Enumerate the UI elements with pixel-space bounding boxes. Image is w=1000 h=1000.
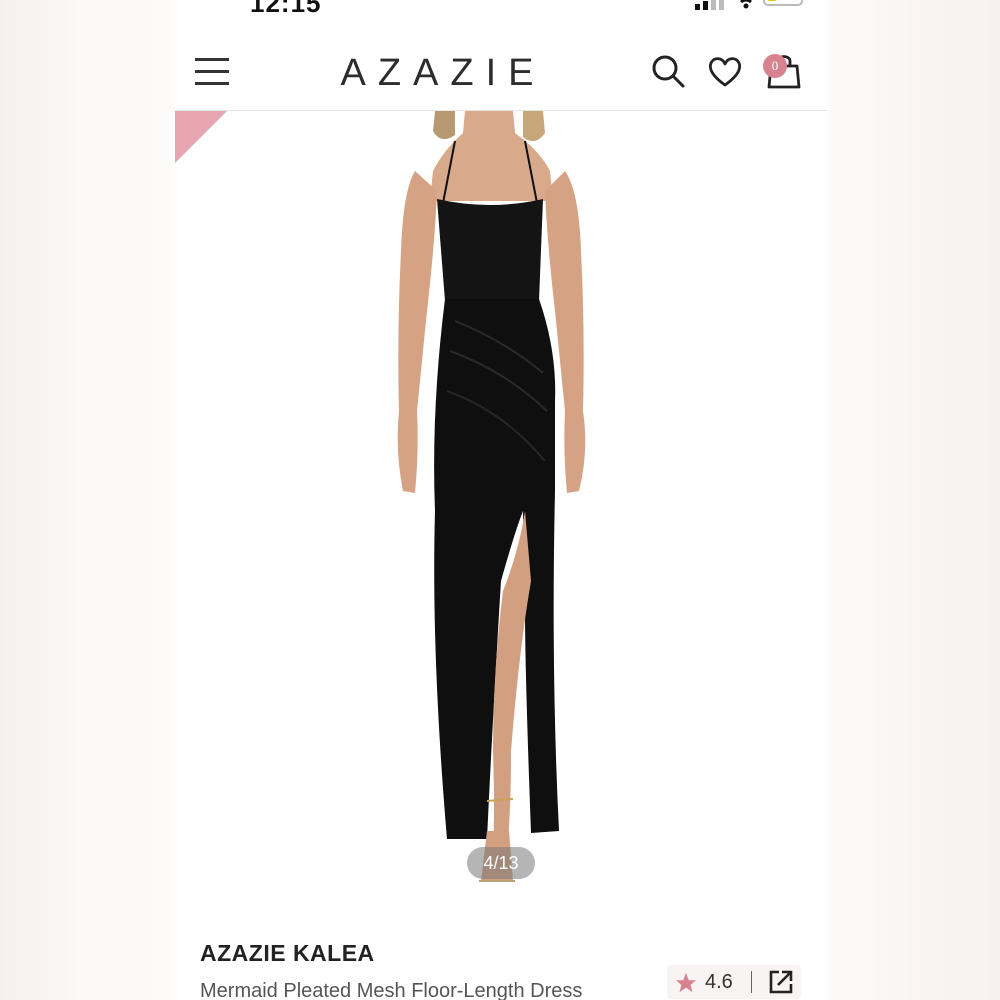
cart-count-badge[interactable]: 0 bbox=[763, 54, 787, 78]
corner-tag bbox=[175, 111, 227, 163]
search-icon[interactable] bbox=[651, 54, 685, 88]
battery-icon bbox=[763, 0, 803, 6]
brand-logo[interactable]: AZAZIE bbox=[323, 52, 563, 95]
image-counter: 4/13 bbox=[467, 847, 535, 879]
divider bbox=[751, 971, 752, 993]
product-image[interactable] bbox=[375, 111, 615, 901]
rating-value: 4.6 bbox=[705, 971, 733, 993]
status-time: 12:15 bbox=[250, 0, 322, 18]
product-gallery[interactable]: 4/13 bbox=[175, 111, 827, 911]
rating-box[interactable]: 4.6 bbox=[667, 965, 801, 999]
heart-icon[interactable] bbox=[707, 56, 743, 88]
product-title: Mermaid Pleated Mesh Floor-Length Dress bbox=[200, 980, 583, 1000]
product-brand: AZAZIE KALEA bbox=[200, 940, 375, 966]
signal-icon bbox=[695, 0, 724, 10]
star-icon bbox=[675, 972, 697, 993]
phone-screen: 12:15 AZAZIE 0 4/13 AZAZIE KALEA Mermaid… bbox=[175, 0, 827, 1000]
menu-icon[interactable] bbox=[195, 58, 229, 86]
wifi-icon bbox=[740, 0, 752, 9]
share-icon[interactable] bbox=[769, 970, 793, 994]
site-header: AZAZIE 0 bbox=[175, 38, 827, 111]
